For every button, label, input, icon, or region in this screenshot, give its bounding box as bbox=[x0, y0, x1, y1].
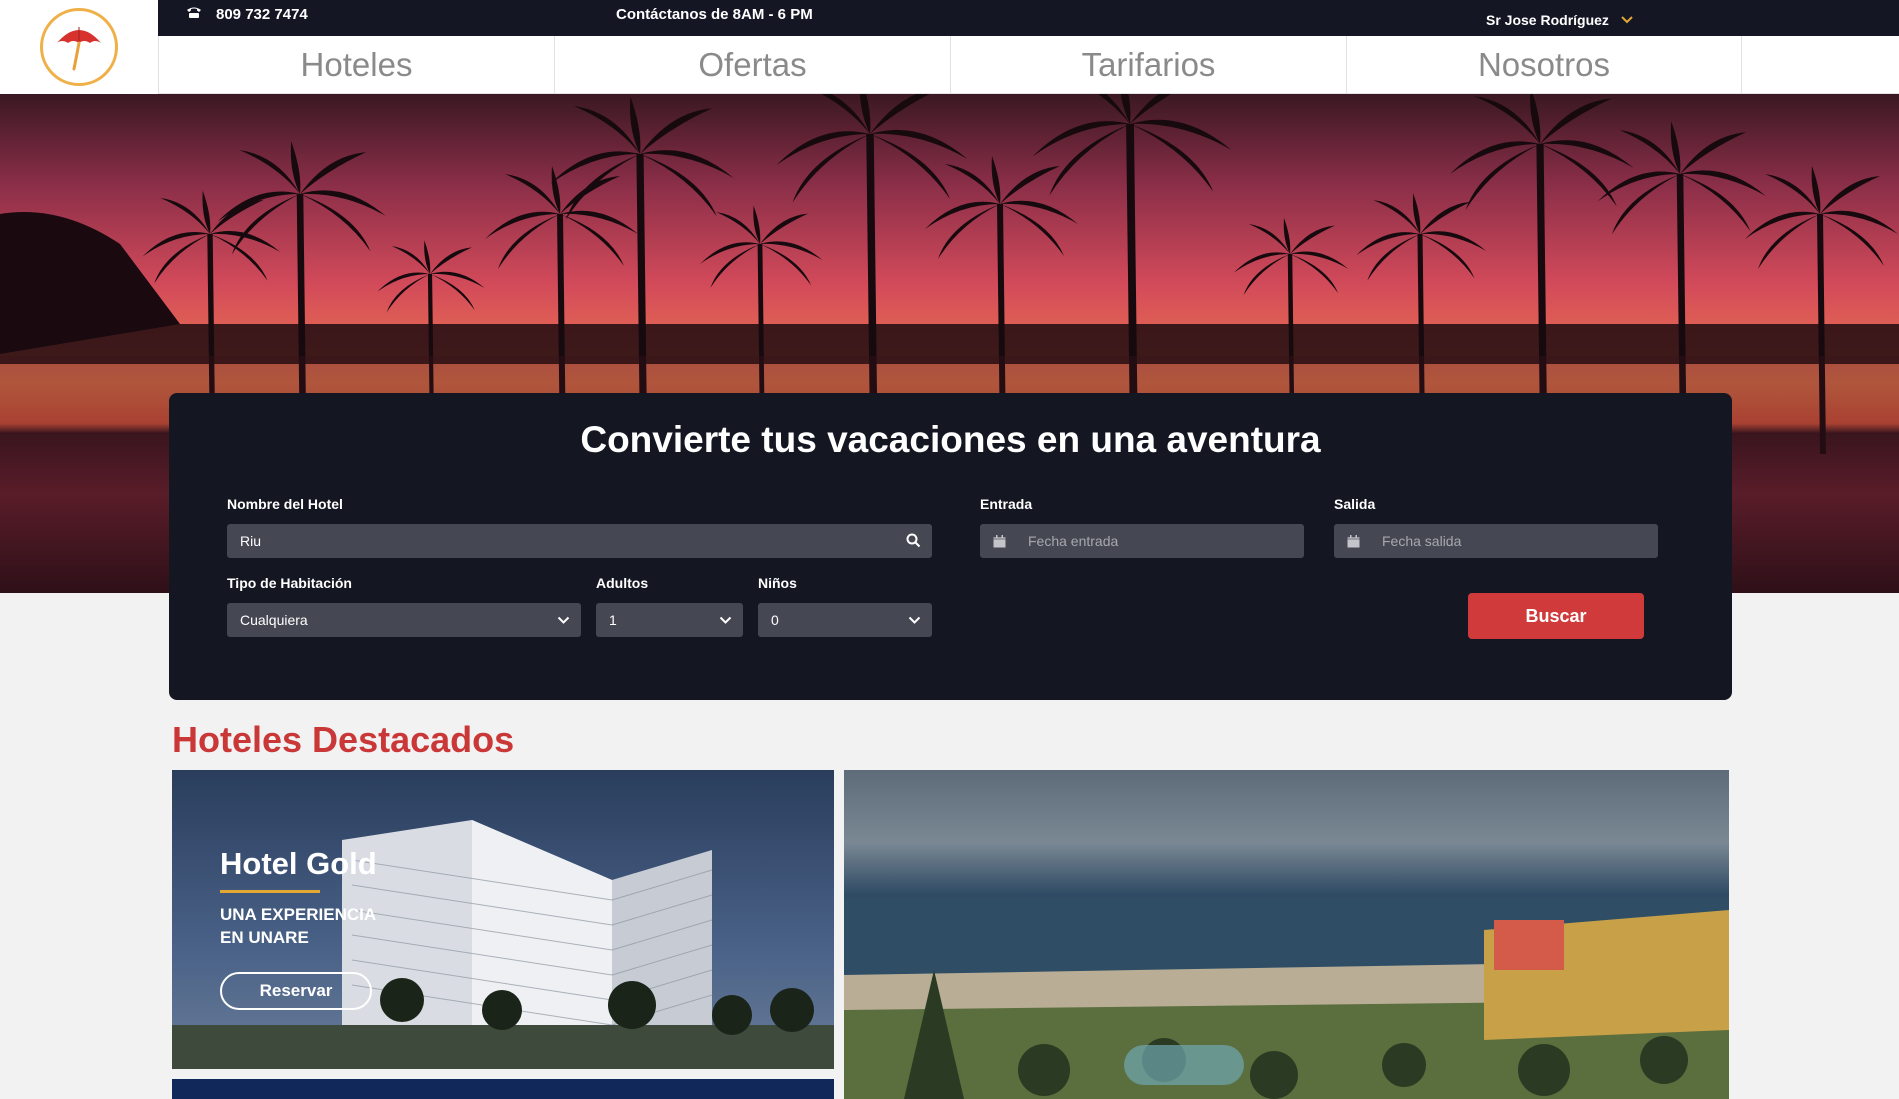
hotel-tagline: UNA EXPERIENCIA EN UNARE bbox=[220, 905, 376, 947]
adults-select[interactable]: 1 bbox=[596, 603, 743, 637]
chevron-down-icon bbox=[908, 612, 921, 628]
room-type-select[interactable]: Cualquiera bbox=[227, 603, 581, 637]
calendar-icon bbox=[1347, 534, 1360, 548]
checkout-placeholder: Fecha salida bbox=[1382, 533, 1462, 549]
kids-select[interactable]: 0 bbox=[758, 603, 932, 637]
hotel-card-text: Hotel Gold UNA EXPERIENCIA EN UNARE bbox=[220, 846, 380, 949]
checkout-label: Salida bbox=[1334, 496, 1376, 512]
adults-label: Adultos bbox=[596, 575, 649, 591]
phone-contact[interactable]: 809 732 7474 bbox=[186, 6, 308, 23]
featured-title: Hoteles Destacados bbox=[172, 719, 515, 760]
user-menu[interactable]: Sr Jose Rodríguez bbox=[1486, 11, 1633, 28]
phone-number: 809 732 7474 bbox=[216, 6, 308, 23]
search-icon[interactable] bbox=[906, 533, 921, 551]
title-underline bbox=[220, 890, 320, 893]
hotel-card[interactable]: Hotel Gold UNA EXPERIENCIA EN UNARE Rese… bbox=[172, 770, 834, 1069]
kids-label: Niños bbox=[758, 575, 797, 591]
chevron-down-icon bbox=[719, 612, 732, 628]
nav-item-nosotros[interactable]: Nosotros bbox=[1346, 36, 1742, 94]
room-type-label: Tipo de Habitación bbox=[227, 575, 352, 591]
hotel-card-2[interactable] bbox=[172, 1079, 834, 1099]
phone-icon bbox=[186, 6, 202, 23]
adults-value: 1 bbox=[609, 612, 617, 628]
kids-value: 0 bbox=[771, 612, 779, 628]
chevron-down-icon bbox=[557, 612, 570, 628]
resort-image bbox=[844, 900, 1729, 1099]
hotel-name-label: Nombre del Hotel bbox=[227, 496, 343, 512]
checkin-placeholder: Fecha entrada bbox=[1028, 533, 1119, 549]
calendar-icon bbox=[993, 534, 1006, 548]
hotel-name-value: Riu bbox=[240, 533, 262, 549]
chevron-down-icon bbox=[1621, 11, 1633, 28]
search-title: Convierte tus vacaciones en una aventura bbox=[580, 419, 1321, 460]
checkout-input[interactable]: Fecha salida bbox=[1334, 524, 1658, 558]
search-button[interactable]: Buscar bbox=[1468, 593, 1644, 639]
top-bar: 809 732 7474 Contáctanos de 8AM - 6 PM S… bbox=[158, 0, 1899, 36]
hotel-name: Hotel Gold bbox=[220, 846, 377, 881]
reserve-button[interactable]: Reservar bbox=[220, 972, 372, 1010]
room-type-value: Cualquiera bbox=[240, 612, 308, 628]
hotel-name-input[interactable]: Riu bbox=[227, 524, 932, 558]
contact-hours: Contáctanos de 8AM - 6 PM bbox=[616, 6, 813, 23]
user-name: Sr Jose Rodríguez bbox=[1486, 11, 1609, 28]
search-panel: Convierte tus vacaciones en una aventura… bbox=[169, 393, 1732, 700]
logo[interactable] bbox=[0, 0, 158, 94]
nav-item-tarifarios[interactable]: Tarifarios bbox=[950, 36, 1346, 94]
checkin-input[interactable]: Fecha entrada bbox=[980, 524, 1304, 558]
umbrella-logo-icon bbox=[40, 8, 118, 86]
main-nav: Hoteles Ofertas Tarifarios Nosotros bbox=[158, 36, 1899, 94]
nav-item-hoteles[interactable]: Hoteles bbox=[158, 36, 554, 94]
checkin-label: Entrada bbox=[980, 496, 1033, 512]
hotel-card-resort[interactable] bbox=[844, 770, 1729, 1099]
nav-item-ofertas[interactable]: Ofertas bbox=[554, 36, 950, 94]
